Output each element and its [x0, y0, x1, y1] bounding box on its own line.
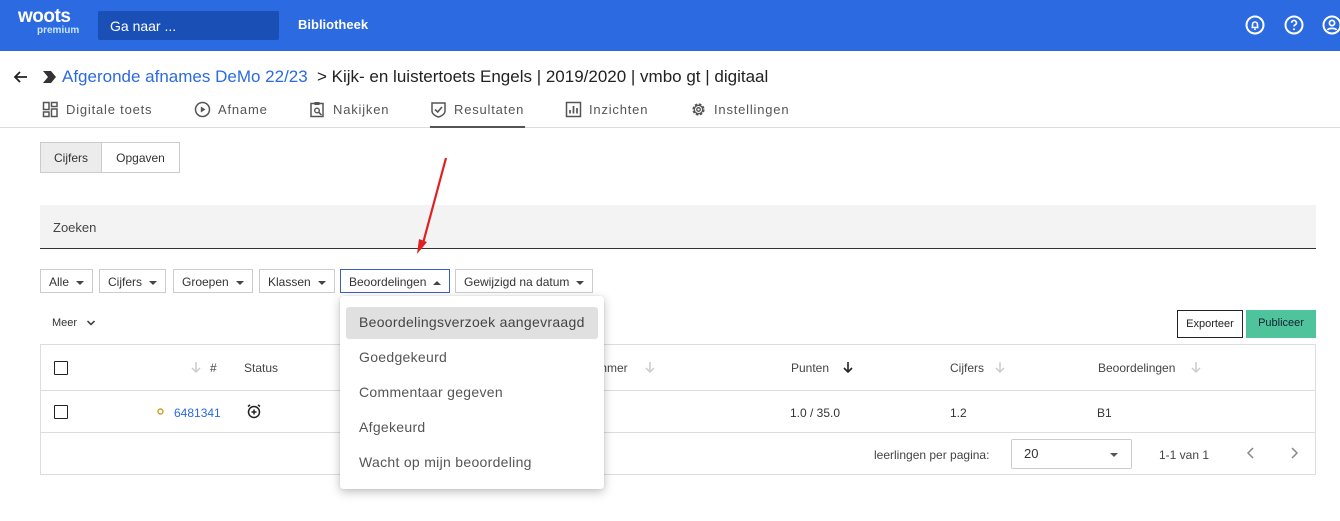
filter-label: Gewijzigd na datum [464, 275, 570, 289]
search-input[interactable]: Zoeken [40, 205, 1316, 249]
goto-search-input[interactable]: Ga naar ... [98, 11, 279, 40]
status-dot-icon [157, 408, 164, 415]
page-title: > Kijk- en luistertoets Engels | 2019/20… [317, 67, 769, 86]
more-toggle[interactable]: Meer [52, 317, 96, 329]
logo-subtext: premium [37, 25, 80, 36]
sort-arrow-active-icon[interactable] [841, 360, 855, 374]
filter-gewijzigd-na-datum[interactable]: Gewijzigd na datum [455, 269, 594, 293]
filter-label: Beoordelingen [349, 275, 427, 289]
publish-button[interactable]: Publiceer [1246, 310, 1316, 338]
row-checkbox[interactable] [54, 405, 68, 419]
header-points[interactable]: Punten [791, 361, 829, 375]
breadcrumb-chevron-icon [43, 71, 56, 83]
grade-cell: 1.2 [950, 406, 967, 420]
section-tabs: Digitale toets Afname Nakijken Resultate… [0, 96, 1340, 128]
annotation-arrow-icon [417, 157, 448, 254]
chevron-down-icon [87, 320, 96, 326]
breadcrumb-link[interactable]: Afgeronde afnames DeMo 22/23 [62, 67, 308, 87]
menu-item-beoordelingsverzoek[interactable]: Beoordelingsverzoek aangevraagd [346, 307, 598, 339]
review-cell: B1 [1097, 406, 1112, 420]
menu-item-commentaar[interactable]: Commentaar gegeven [346, 377, 598, 409]
sort-arrow-icon[interactable] [1189, 360, 1203, 374]
tab-label: Afname [218, 102, 268, 117]
filter-cijfers[interactable]: Cijfers [99, 269, 167, 293]
tab-label: Instellingen [714, 102, 790, 117]
notification-icon[interactable] [1245, 15, 1265, 35]
filter-label: Groepen [182, 275, 229, 289]
segment-opgaven[interactable]: Opgaven [101, 142, 180, 173]
breadcrumb: Afgeronde afnames DeMo 22/23 > Kijk- en … [0, 65, 1340, 91]
tab-digitale-toets[interactable]: Digitale toets [42, 96, 160, 128]
play-circle-icon [194, 101, 211, 118]
filter-label: Cijfers [108, 275, 143, 289]
filter-alle[interactable]: Alle [40, 269, 94, 293]
top-navigation-bar: woots premium Ga naar ... Bibliotheek [0, 0, 1340, 51]
tab-instellingen[interactable]: Instellingen [690, 96, 795, 128]
search-placeholder: Zoeken [53, 220, 97, 235]
filter-label: Alle [49, 275, 70, 289]
tab-afname[interactable]: Afname [194, 96, 274, 128]
dashboard-icon [42, 101, 58, 118]
clipboard-search-icon [310, 102, 324, 118]
filter-groepen[interactable]: Groepen [173, 269, 253, 293]
caret-down-icon [317, 280, 326, 285]
sort-arrow-icon[interactable] [993, 360, 1007, 374]
sort-arrow-icon[interactable] [189, 360, 203, 374]
menu-item-wacht-op-beoordeling[interactable]: Wacht op mijn beoordeling [346, 447, 598, 479]
help-icon[interactable] [1284, 15, 1304, 35]
more-label: Meer [52, 317, 78, 329]
tab-label: Inzichten [589, 102, 649, 117]
check-shield-icon [431, 102, 446, 118]
tab-label: Nakijken [333, 102, 390, 117]
next-page-icon[interactable] [1287, 446, 1301, 460]
header-reviews[interactable]: Beoordelingen [1098, 361, 1175, 375]
alarm-clock-icon [247, 404, 261, 419]
menu-item-afgekeurd[interactable]: Afgekeurd [346, 412, 598, 444]
bar-chart-icon [565, 101, 582, 118]
previous-page-icon[interactable] [1244, 446, 1258, 460]
back-arrow-icon[interactable] [12, 68, 30, 86]
rows-per-page-value: 20 [1024, 446, 1039, 461]
header-status[interactable]: Status [244, 361, 278, 375]
menu-item-goedgekeurd[interactable]: Goedgekeurd [346, 342, 598, 374]
table-row[interactable]: 6481341 1.0 / 35.0 1.2 B1 [41, 390, 1315, 433]
tab-nakijken[interactable]: Nakijken [309, 96, 399, 128]
caret-down-icon [149, 280, 158, 285]
caret-down-icon [235, 280, 244, 285]
tab-label: Digitale toets [66, 102, 153, 117]
tab-inzichten[interactable]: Inzichten [565, 96, 655, 128]
segment-cijfers[interactable]: Cijfers [40, 142, 102, 173]
select-all-checkbox[interactable] [54, 361, 68, 375]
points-cell: 1.0 / 35.0 [790, 406, 841, 420]
tab-resultaten[interactable]: Resultaten [430, 96, 525, 128]
rows-per-page-select[interactable]: 20 [1011, 439, 1132, 469]
woots-logo[interactable]: woots premium [18, 6, 79, 36]
gear-icon [692, 103, 705, 116]
header-number[interactable]: # [210, 361, 217, 375]
account-icon[interactable] [1322, 15, 1340, 35]
filter-beoordelingen[interactable]: Beoordelingen [340, 269, 451, 293]
caret-up-icon [433, 280, 442, 285]
pagination-range: 1-1 van 1 [1159, 448, 1210, 462]
library-link[interactable]: Bibliotheek [298, 17, 368, 32]
caret-down-icon [576, 280, 585, 285]
reviews-dropdown-menu: Beoordelingsverzoek aangevraagd Goedgeke… [340, 296, 604, 489]
filter-klassen[interactable]: Klassen [259, 269, 335, 293]
results-table: # Status mmer Punten Cijfers Beoordeling… [40, 344, 1316, 475]
header-grades[interactable]: Cijfers [950, 361, 984, 375]
caret-down-icon [1110, 453, 1118, 457]
sort-arrow-icon[interactable] [643, 360, 657, 374]
caret-down-icon [76, 280, 85, 285]
filter-label: Klassen [268, 275, 311, 289]
tab-label: Resultaten [454, 102, 525, 117]
rows-per-page-label: leerlingen per pagina: [874, 448, 990, 462]
logo-text: woots [18, 6, 71, 27]
student-id-link[interactable]: 6481341 [174, 406, 221, 420]
export-button[interactable]: Exporteer [1177, 310, 1243, 338]
